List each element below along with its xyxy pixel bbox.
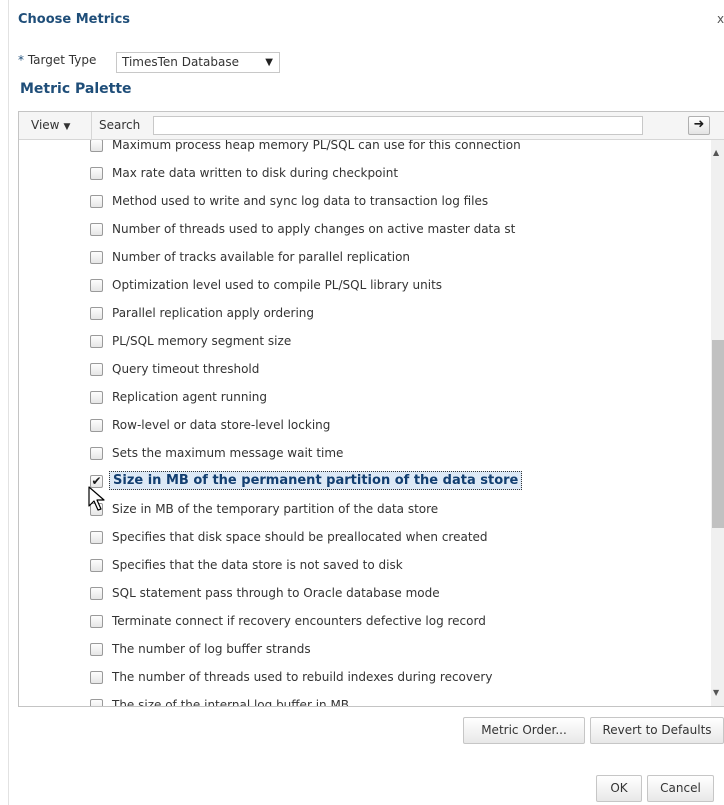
- metric-row[interactable]: Specifies that disk space should be prea…: [19, 524, 711, 552]
- metric-row[interactable]: Query timeout threshold: [19, 356, 711, 384]
- metric-row[interactable]: Size in MB of the temporary partition of…: [19, 496, 711, 524]
- target-type-select[interactable]: TimesTen Database ▼: [116, 52, 280, 73]
- metric-row[interactable]: ✔ Size in MB of the permanent partition o…: [19, 468, 711, 496]
- checkbox[interactable]: [90, 419, 103, 432]
- toolbar-divider: [91, 112, 92, 139]
- metric-order-button[interactable]: Metric Order...: [463, 717, 585, 744]
- list-scrollbar[interactable]: ▲ ▼: [711, 140, 724, 706]
- metric-label[interactable]: Sets the maximum message wait time: [112, 446, 343, 460]
- checkbox[interactable]: [90, 615, 103, 628]
- chevron-down-icon: ▼: [265, 57, 273, 68]
- checkbox[interactable]: [90, 587, 103, 600]
- search-label: Search: [99, 118, 141, 132]
- checkbox[interactable]: [90, 391, 103, 404]
- checkbox[interactable]: [90, 699, 103, 706]
- checkbox[interactable]: [90, 223, 103, 236]
- checkbox[interactable]: [90, 671, 103, 684]
- metric-label[interactable]: Maximum process heap memory PL/SQL can u…: [112, 140, 521, 152]
- metric-row[interactable]: Method used to write and sync log data t…: [19, 188, 711, 216]
- chevron-down-icon: ▼: [63, 122, 71, 132]
- arrow-right-icon: ➜: [693, 117, 705, 132]
- metric-row[interactable]: Maximum process heap memory PL/SQL can u…: [19, 140, 711, 160]
- checkbox[interactable]: [90, 335, 103, 348]
- metric-label[interactable]: Replication agent running: [112, 390, 267, 404]
- checkbox[interactable]: [90, 643, 103, 656]
- palette-toolbar: View ▼ Search ➜: [19, 112, 724, 140]
- revert-to-defaults-button[interactable]: Revert to Defaults: [590, 717, 724, 744]
- checkbox[interactable]: [90, 531, 103, 544]
- metric-row[interactable]: The size of the internal log buffer in M…: [19, 692, 711, 706]
- checkbox[interactable]: [90, 307, 103, 320]
- metric-row[interactable]: Specifies that the data store is not sav…: [19, 552, 711, 580]
- metric-label[interactable]: SQL statement pass through to Oracle dat…: [112, 586, 440, 600]
- checkbox[interactable]: [90, 279, 103, 292]
- view-menu-label: View: [31, 118, 60, 132]
- metric-row[interactable]: Number of threads used to apply changes …: [19, 216, 711, 244]
- view-menu[interactable]: View ▼: [31, 118, 70, 132]
- checkbox[interactable]: [90, 447, 103, 460]
- metric-row[interactable]: The number of log buffer strands: [19, 636, 711, 664]
- metric-label[interactable]: Max rate data written to disk during che…: [112, 166, 398, 180]
- search-input[interactable]: [153, 116, 643, 135]
- metric-label[interactable]: Size in MB of the temporary partition of…: [112, 502, 438, 516]
- required-marker: *: [18, 53, 24, 67]
- cancel-button[interactable]: Cancel: [647, 775, 714, 802]
- metric-row[interactable]: Replication agent running: [19, 384, 711, 412]
- metric-label[interactable]: Row-level or data store-level locking: [112, 418, 330, 432]
- checkbox[interactable]: [90, 195, 103, 208]
- dialog-title: Choose Metrics: [18, 12, 131, 27]
- metric-label[interactable]: Number of threads used to apply changes …: [112, 222, 515, 236]
- metric-label[interactable]: PL/SQL memory segment size: [112, 334, 291, 348]
- metric-label[interactable]: Number of tracks available for parallel …: [112, 250, 410, 264]
- metric-label[interactable]: Terminate connect if recovery encounters…: [112, 614, 486, 628]
- metric-row[interactable]: Number of tracks available for parallel …: [19, 244, 711, 272]
- metric-row[interactable]: Max rate data written to disk during che…: [19, 160, 711, 188]
- metric-row[interactable]: The number of threads used to rebuild in…: [19, 664, 711, 692]
- dialog-left-border: [8, 0, 9, 805]
- metric-row[interactable]: Optimization level used to compile PL/SQ…: [19, 272, 711, 300]
- metric-label[interactable]: Query timeout threshold: [112, 362, 259, 376]
- metric-label[interactable]: Specifies that disk space should be prea…: [112, 530, 488, 544]
- metric-label[interactable]: Size in MB of the permanent partition of…: [109, 471, 523, 490]
- metric-label[interactable]: Optimization level used to compile PL/SQ…: [112, 278, 442, 292]
- metric-label[interactable]: The number of log buffer strands: [112, 642, 311, 656]
- metric-list: Maximum process heap memory PL/SQL can u…: [19, 140, 711, 706]
- metric-label[interactable]: Specifies that the data store is not sav…: [112, 558, 403, 572]
- mouse-pointer-icon: [88, 486, 105, 511]
- target-type-label: * Target Type: [18, 53, 96, 67]
- scrollbar-thumb[interactable]: [712, 340, 724, 528]
- checkbox[interactable]: [90, 167, 103, 180]
- checkbox[interactable]: [90, 363, 103, 376]
- metric-row[interactable]: PL/SQL memory segment size: [19, 328, 711, 356]
- target-type-value: TimesTen Database: [122, 55, 239, 69]
- metric-row[interactable]: SQL statement pass through to Oracle dat…: [19, 580, 711, 608]
- checkbox[interactable]: [90, 140, 103, 152]
- metric-row[interactable]: Terminate connect if recovery encounters…: [19, 608, 711, 636]
- checkbox[interactable]: [90, 559, 103, 572]
- metric-label[interactable]: Method used to write and sync log data t…: [112, 194, 488, 208]
- metric-label[interactable]: The number of threads used to rebuild in…: [112, 670, 492, 684]
- metric-row[interactable]: Parallel replication apply ordering: [19, 300, 711, 328]
- ok-button[interactable]: OK: [596, 775, 642, 802]
- metric-label[interactable]: The size of the internal log buffer in M…: [112, 698, 349, 706]
- scroll-down-icon[interactable]: ▼: [713, 688, 719, 697]
- target-type-text: Target Type: [27, 53, 97, 67]
- checkbox[interactable]: [90, 251, 103, 264]
- scroll-up-icon[interactable]: ▲: [713, 148, 719, 157]
- close-icon[interactable]: x: [717, 12, 724, 26]
- search-go-button[interactable]: ➜: [688, 116, 710, 135]
- metric-row[interactable]: Row-level or data store-level locking: [19, 412, 711, 440]
- metric-row[interactable]: Sets the maximum message wait time: [19, 440, 711, 468]
- metric-palette-title: Metric Palette: [20, 81, 132, 97]
- metric-label[interactable]: Parallel replication apply ordering: [112, 306, 314, 320]
